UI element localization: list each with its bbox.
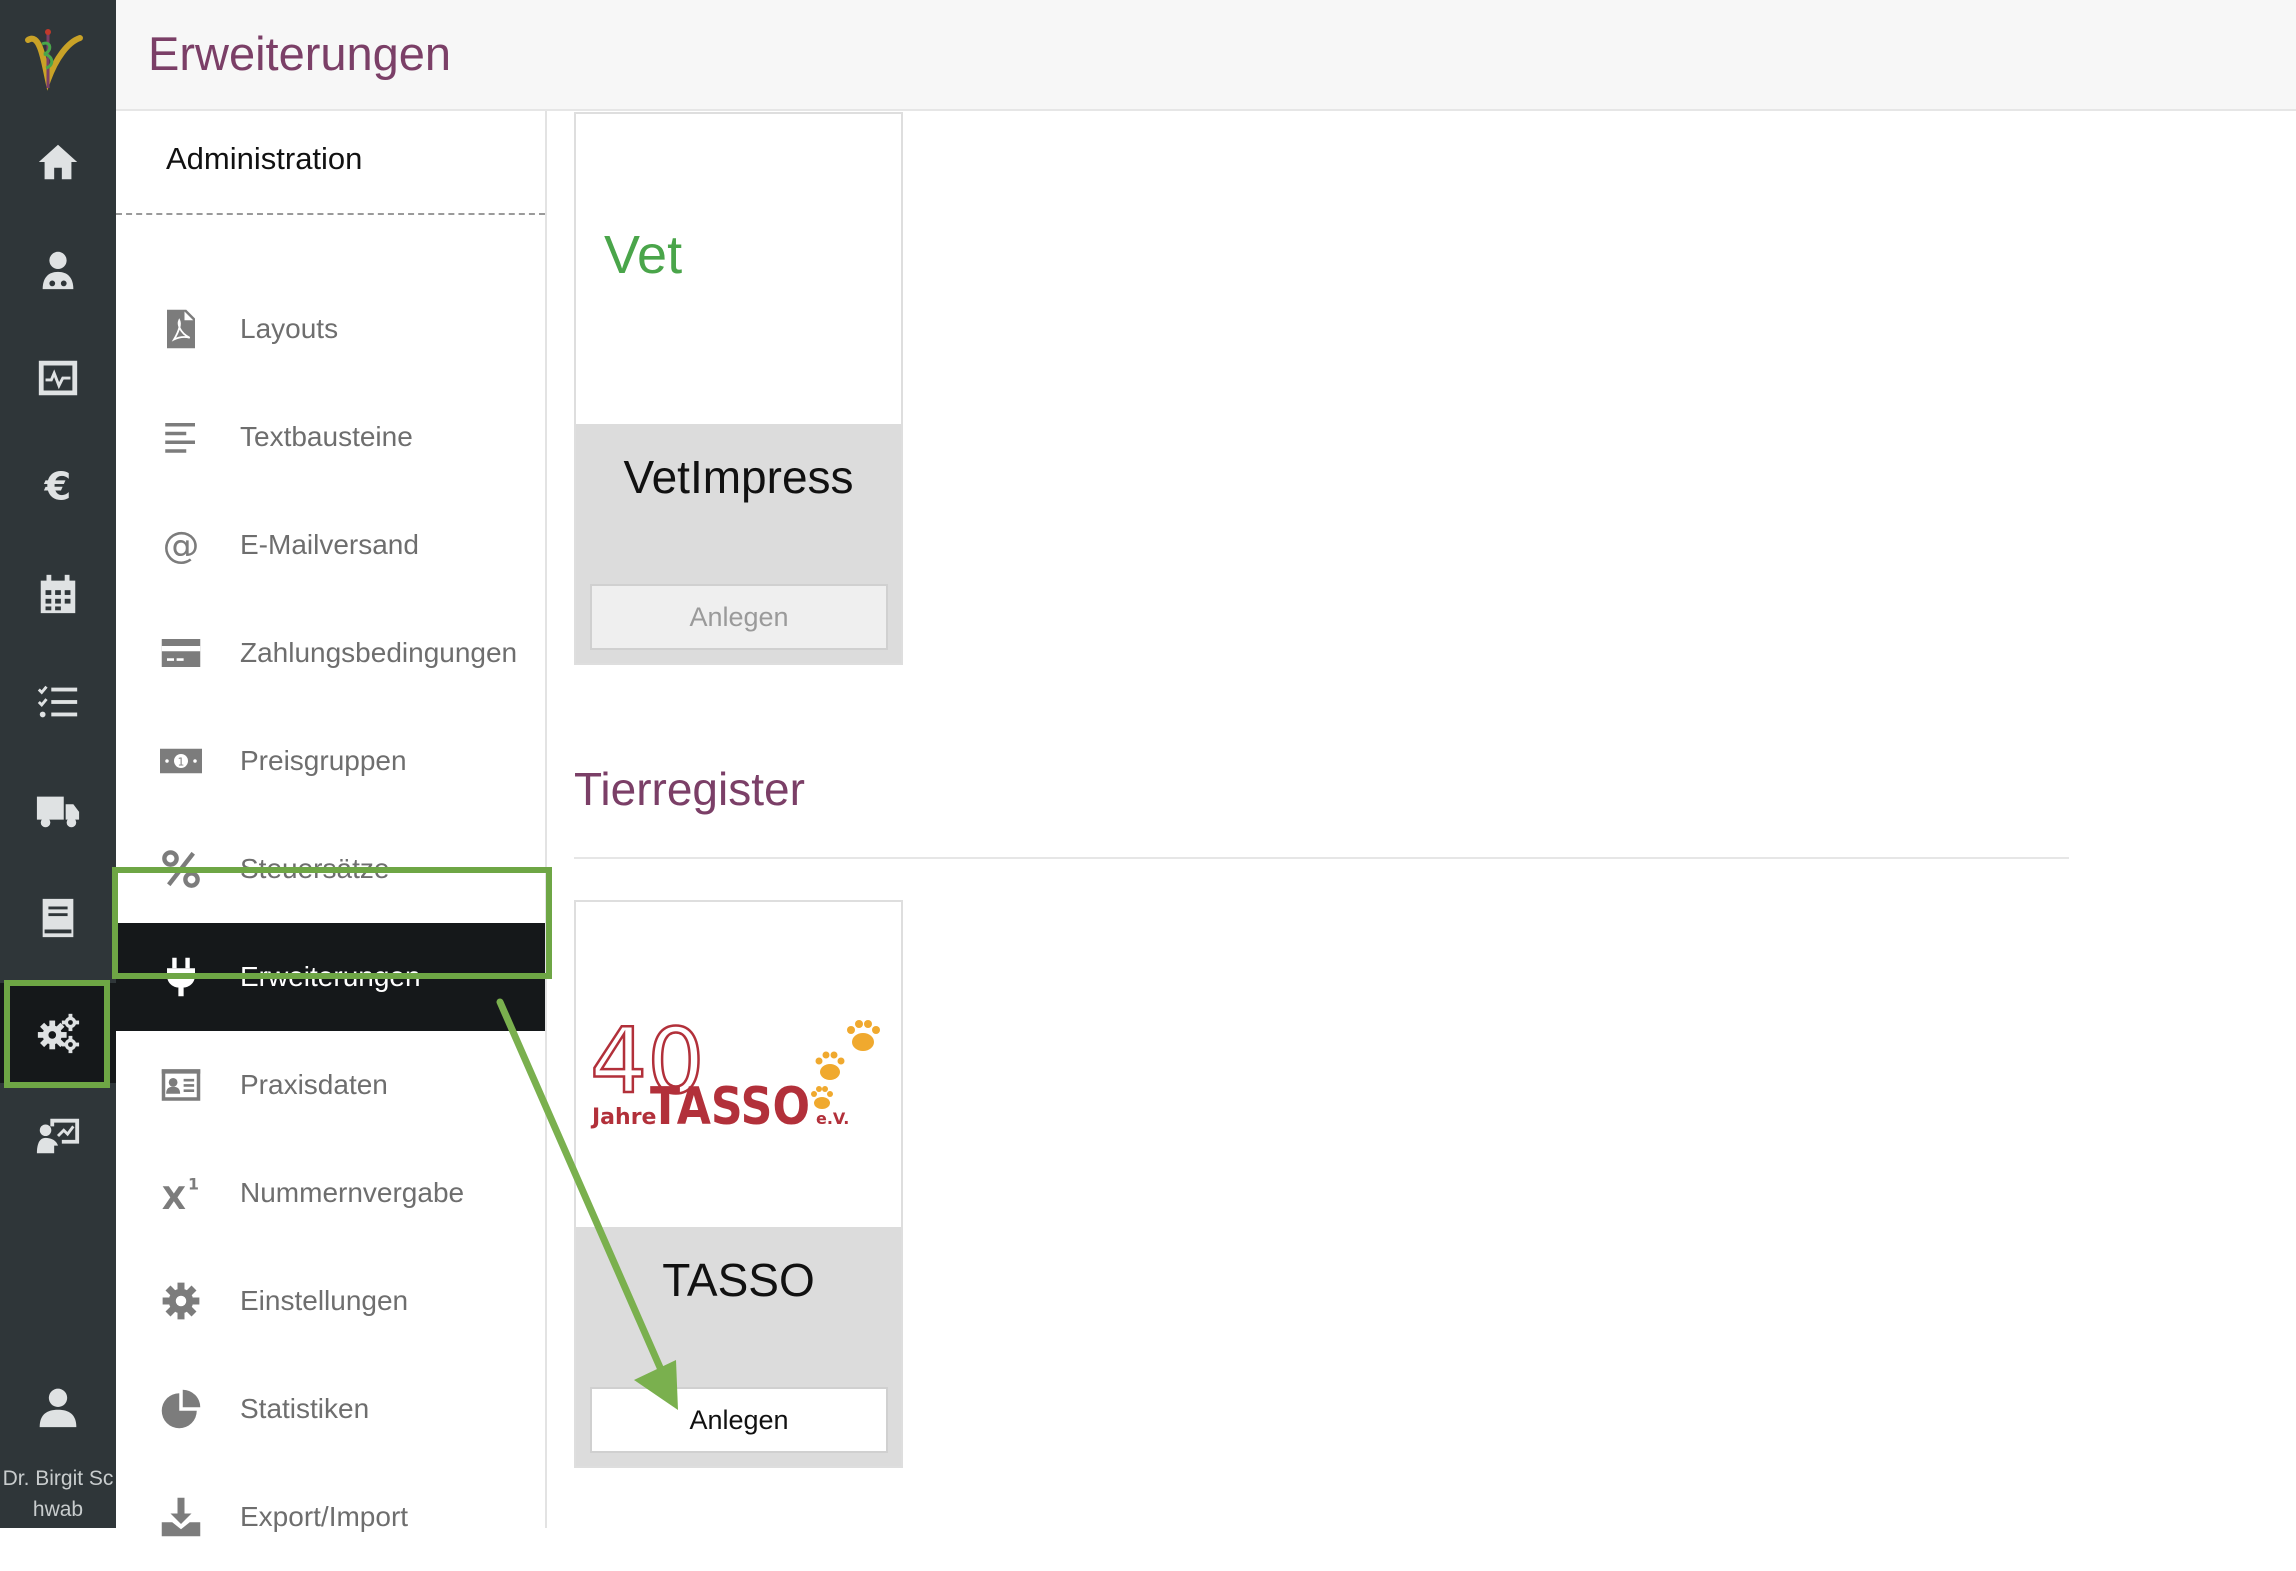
monitor-icon [38, 360, 78, 396]
submenu-title: Administration [166, 141, 363, 176]
doctor-icon [42, 251, 74, 290]
text-align-icon [165, 423, 195, 453]
rail-docs-button[interactable] [0, 868, 116, 968]
tasso-card-footer: TASSO Anlegen [576, 1227, 901, 1466]
book-icon [42, 898, 74, 938]
superscript-icon: X1 [162, 1175, 199, 1215]
page-title: Erweiterungen [148, 27, 452, 80]
home-icon [38, 144, 78, 180]
download-icon [161, 1497, 201, 1537]
submenu-item-label: Preisgruppen [240, 745, 407, 776]
svg-text:€: € [44, 464, 72, 509]
submenu-item-label: Steuersätze [240, 853, 390, 884]
rail-home-button[interactable] [0, 112, 116, 212]
submenu-item-steuersaetze[interactable]: Steuersätze [116, 815, 545, 923]
submenu-item-statistiken[interactable]: Statistiken [116, 1355, 545, 1463]
submenu-item-textbausteine[interactable]: Textbausteine [116, 383, 545, 491]
submenu-item-label: Statistiken [240, 1393, 370, 1424]
tasso-logo-brand: TASSO [650, 1077, 810, 1137]
app-logo[interactable] [18, 22, 90, 94]
admin-submenu: Administration Layouts Textbausteine @ E… [116, 111, 547, 1537]
submenu-item-label: Zahlungsbedingungen [240, 637, 518, 668]
submenu-item-label: Nummernvergabe [240, 1177, 465, 1208]
extension-card-vetimpress: Vet VetImpress Anlegen [574, 112, 903, 665]
submenu-item-label: Erweiterungen [240, 961, 421, 992]
user-name[interactable]: Dr. Birgit Sc hwab [0, 1463, 116, 1525]
gears-icon [37, 1013, 80, 1054]
vetimpress-card-footer: VetImpress Anlegen [576, 424, 901, 663]
rail-finance-button[interactable]: € [0, 436, 116, 536]
rail-monitor-button[interactable] [0, 328, 116, 428]
vetimpress-anlegen-button[interactable]: Anlegen [590, 584, 888, 650]
vetimpress-logo-text: Vet [604, 225, 683, 285]
vetimpress-logo: Vet [576, 114, 901, 424]
rail-delivery-button[interactable] [0, 760, 116, 860]
tasso-logo-jahre: Jahre [590, 1105, 656, 1130]
submenu-item-emailversand[interactable]: @ E-Mailversand [116, 491, 545, 599]
rail-tasks-button[interactable] [0, 652, 116, 752]
pie-chart-icon [161, 1389, 201, 1429]
presentation-icon [36, 1118, 80, 1154]
submenu-item-nummernvergabe[interactable]: X1 Nummernvergabe [116, 1139, 545, 1247]
rail-calendar-button[interactable] [0, 544, 116, 644]
submenu-item-praxisdaten[interactable]: Praxisdaten [116, 1031, 545, 1139]
rail-patients-button[interactable] [0, 220, 116, 320]
credit-card-icon [161, 639, 201, 667]
page-header: Erweiterungen [116, 0, 2296, 111]
banknote-icon: 1 [160, 748, 202, 774]
at-icon: @ [163, 524, 200, 566]
extension-name: VetImpress [623, 451, 854, 503]
user-icon [39, 1388, 77, 1428]
submenu-item-label: Einstellungen [240, 1285, 409, 1316]
rail-admin-button[interactable] [0, 983, 116, 1083]
plug-icon [167, 957, 195, 997]
section-divider [574, 857, 2069, 859]
svg-text:X: X [162, 1181, 186, 1214]
submenu-divider [116, 213, 545, 215]
tasso-anlegen-button[interactable]: Anlegen [590, 1387, 888, 1453]
extension-card-tasso: 40 Jahre TASSO e.V. TASSO Anlegen [574, 900, 903, 1468]
submenu-item-label: E-Mailversand [240, 529, 419, 560]
submenu-item-export-import[interactable]: Export/Import [116, 1463, 545, 1571]
submenu-item-einstellungen[interactable]: Einstellungen [116, 1247, 545, 1355]
submenu-item-preisgruppen[interactable]: 1 Preisgruppen [116, 707, 545, 815]
icon-rail: € Dr. Birgit Sc hwab [0, 0, 116, 1528]
gear-icon [162, 1282, 200, 1320]
extension-name: TASSO [662, 1254, 815, 1306]
svg-text:@: @ [163, 524, 200, 566]
pdf-file-icon [167, 309, 195, 349]
submenu-item-zahlungsbedingungen[interactable]: Zahlungsbedingungen [116, 599, 545, 707]
calendar-icon [40, 574, 76, 614]
euro-icon: € [44, 464, 72, 509]
rail-presentation-button[interactable] [0, 1086, 116, 1186]
tasso-logo: 40 Jahre TASSO e.V. [576, 902, 901, 1227]
truck-icon [36, 796, 80, 828]
submenu-item-erweiterungen[interactable]: Erweiterungen [116, 923, 545, 1031]
section-title-tierregister: Tierregister [574, 763, 805, 815]
paw-icon [811, 1020, 880, 1109]
checklist-icon [37, 685, 78, 718]
percent-icon [162, 850, 200, 888]
user-avatar[interactable] [0, 1385, 116, 1445]
svg-text:1: 1 [188, 1175, 199, 1194]
svg-text:1: 1 [178, 756, 185, 768]
submenu-item-label: Export/Import [240, 1501, 409, 1532]
submenu-item-label: Textbausteine [240, 421, 413, 452]
submenu-item-layouts[interactable]: Layouts [116, 275, 545, 383]
tasso-logo-suffix: e.V. [816, 1109, 849, 1128]
submenu-item-label: Layouts [240, 313, 339, 344]
submenu-item-label: Praxisdaten [240, 1069, 388, 1100]
id-card-icon [161, 1069, 201, 1101]
